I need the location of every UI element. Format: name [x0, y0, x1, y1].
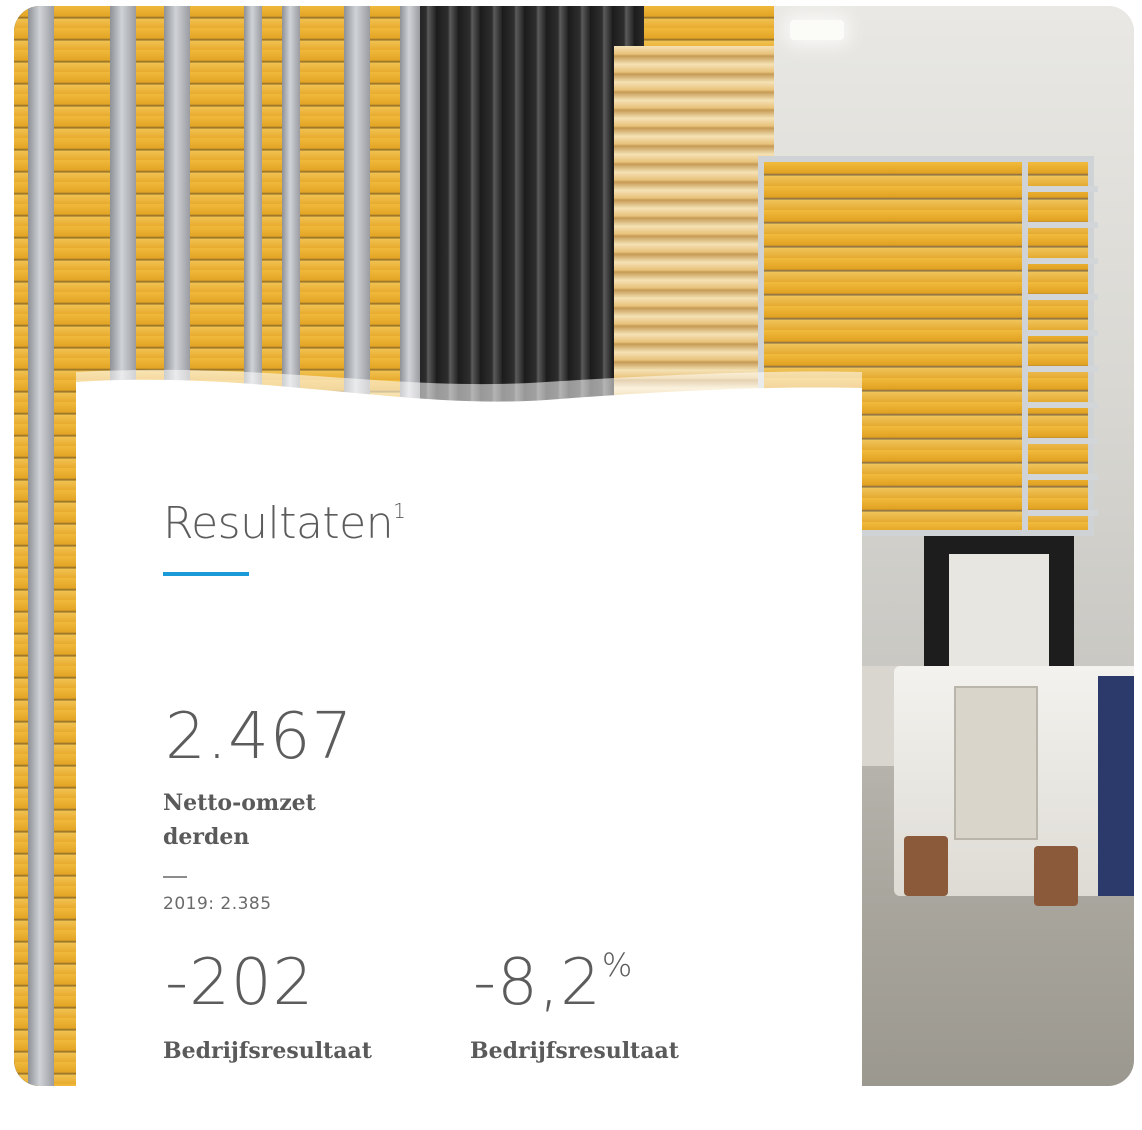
robot-panel [954, 686, 1038, 840]
section-title-text: Resultaten [163, 498, 394, 549]
operating-result-label: Bedrijfsresultaat [163, 1038, 372, 1064]
operating-result-value: -202 [165, 946, 315, 1020]
robot-wheel [904, 836, 948, 896]
ceiling-light [790, 20, 844, 40]
operating-margin-number: -8,2 [473, 946, 602, 1020]
revenue-label-line1: Netto-omzet [163, 790, 316, 816]
revenue-previous-year: 2019: 2.385 [163, 894, 272, 914]
footnote-marker[interactable]: 1 [393, 499, 406, 523]
operating-margin-unit: % [601, 945, 634, 984]
robot-wheel [1034, 846, 1078, 906]
previous-year-divider [163, 876, 187, 878]
revenue-value: 2.467 [165, 700, 354, 774]
robot-side-panel [1098, 676, 1134, 896]
title-accent-bar [163, 572, 249, 576]
pallet-frame [1022, 156, 1098, 536]
section-title: Resultaten1 [163, 498, 406, 549]
rack-pillar [28, 6, 54, 1086]
revenue-label-line2: derden [163, 824, 250, 850]
operating-margin-value: -8,2% [473, 946, 633, 1020]
operating-margin-label: Bedrijfsresultaat [470, 1038, 679, 1064]
